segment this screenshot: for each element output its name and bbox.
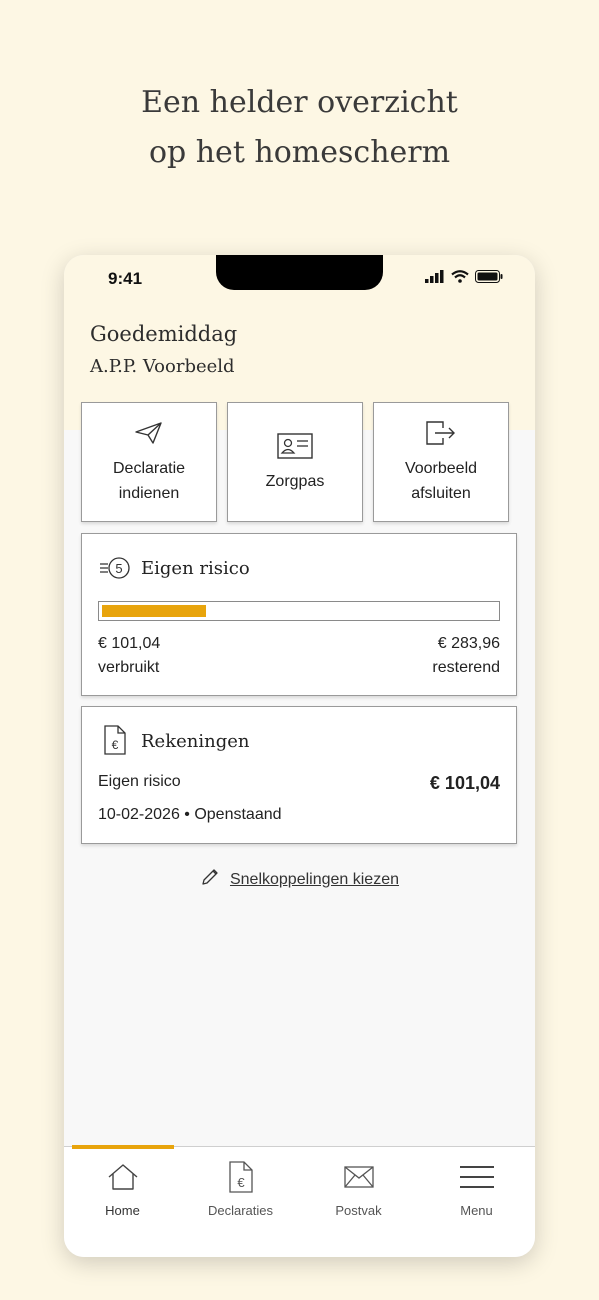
- svg-text:5: 5: [115, 561, 122, 576]
- home-icon: [107, 1161, 139, 1193]
- exit-icon: [425, 418, 457, 448]
- svg-text:€: €: [237, 1175, 245, 1190]
- phone-notch: [216, 255, 383, 290]
- battery-icon: [475, 270, 503, 288]
- tab-postvak[interactable]: Postvak: [300, 1147, 417, 1247]
- signal-icon: [425, 270, 445, 288]
- phone-frame: 9:41 Goedemiddag A.P.P. Voorbeeld Declar…: [64, 255, 535, 1257]
- zorgpas-button[interactable]: Zorgpas: [227, 402, 363, 522]
- tab-active-indicator: [72, 1145, 174, 1149]
- voorbeeld-afsluiten-button[interactable]: Voorbeeld afsluiten: [373, 402, 509, 522]
- tab-home[interactable]: Home: [64, 1145, 181, 1247]
- tab-menu[interactable]: Menu: [418, 1147, 535, 1247]
- rekening-item-label: Eigen risico: [98, 773, 181, 790]
- eigen-risico-progress-bar: [98, 601, 500, 621]
- bottom-tab-bar: Home € Declaraties Postvak Menu: [64, 1145, 535, 1257]
- headline-line-1: Een helder overzicht: [141, 85, 458, 120]
- rekening-item-amount: € 101,04: [429, 773, 500, 793]
- headline-line-2: op het homescherm: [148, 135, 451, 170]
- paper-plane-icon: [134, 418, 164, 448]
- voorbeeld-afsluiten-label: Voorbeeld afsluiten: [404, 460, 478, 502]
- wifi-icon: [451, 270, 469, 288]
- greeting-title: Goedemiddag: [90, 322, 238, 346]
- snelkoppelingen-link[interactable]: Snelkoppelingen kiezen: [230, 871, 399, 889]
- zorgpas-label: Zorgpas: [265, 472, 325, 490]
- eigen-risico-card[interactable]: 5 Eigen risico € 101,04 verbruikt € 283,…: [81, 533, 517, 696]
- status-time: 9:41: [108, 269, 143, 288]
- used-amount: € 101,04: [98, 635, 161, 652]
- rekeningen-title: Rekeningen: [141, 731, 250, 752]
- tab-home-label: Home: [105, 1203, 140, 1218]
- id-card-icon: [277, 431, 313, 461]
- euro-document-icon: €: [104, 725, 126, 760]
- snelkoppelingen-link-row[interactable]: Snelkoppelingen kiezen: [64, 867, 535, 892]
- eigen-risico-progress-fill: [102, 605, 206, 617]
- used-label: verbruikt: [98, 659, 160, 676]
- declaratie-indienen-button[interactable]: Declaratie indienen: [81, 402, 217, 522]
- euro-document-icon: €: [228, 1161, 253, 1193]
- hamburger-menu-icon: [459, 1161, 495, 1193]
- user-name: A.P.P. Voorbeeld: [90, 356, 235, 377]
- status-icons: [425, 270, 503, 288]
- rekening-item-meta: 10-02-2026 • Openstaand: [98, 806, 282, 823]
- headline: Een helder overzicht op het homescherm: [0, 78, 599, 178]
- tab-declaraties-label: Declaraties: [207, 1203, 274, 1218]
- svg-text:€: €: [112, 738, 119, 752]
- tab-declaraties[interactable]: € Declaraties: [182, 1147, 299, 1247]
- rekeningen-card[interactable]: € Rekeningen Eigen risico € 101,04 10-02…: [81, 706, 517, 844]
- remaining-label: resterend: [432, 659, 500, 676]
- coins-5-icon: 5: [98, 556, 132, 587]
- eigen-risico-title: Eigen risico: [141, 558, 250, 579]
- pencil-icon: [200, 867, 220, 892]
- declaratie-indienen-label: Declaratie indienen: [112, 460, 186, 502]
- tab-postvak-label: Postvak: [335, 1203, 382, 1218]
- tab-menu-label: Menu: [460, 1203, 493, 1218]
- envelope-icon: [343, 1161, 374, 1193]
- remaining-amount: € 283,96: [437, 635, 500, 652]
